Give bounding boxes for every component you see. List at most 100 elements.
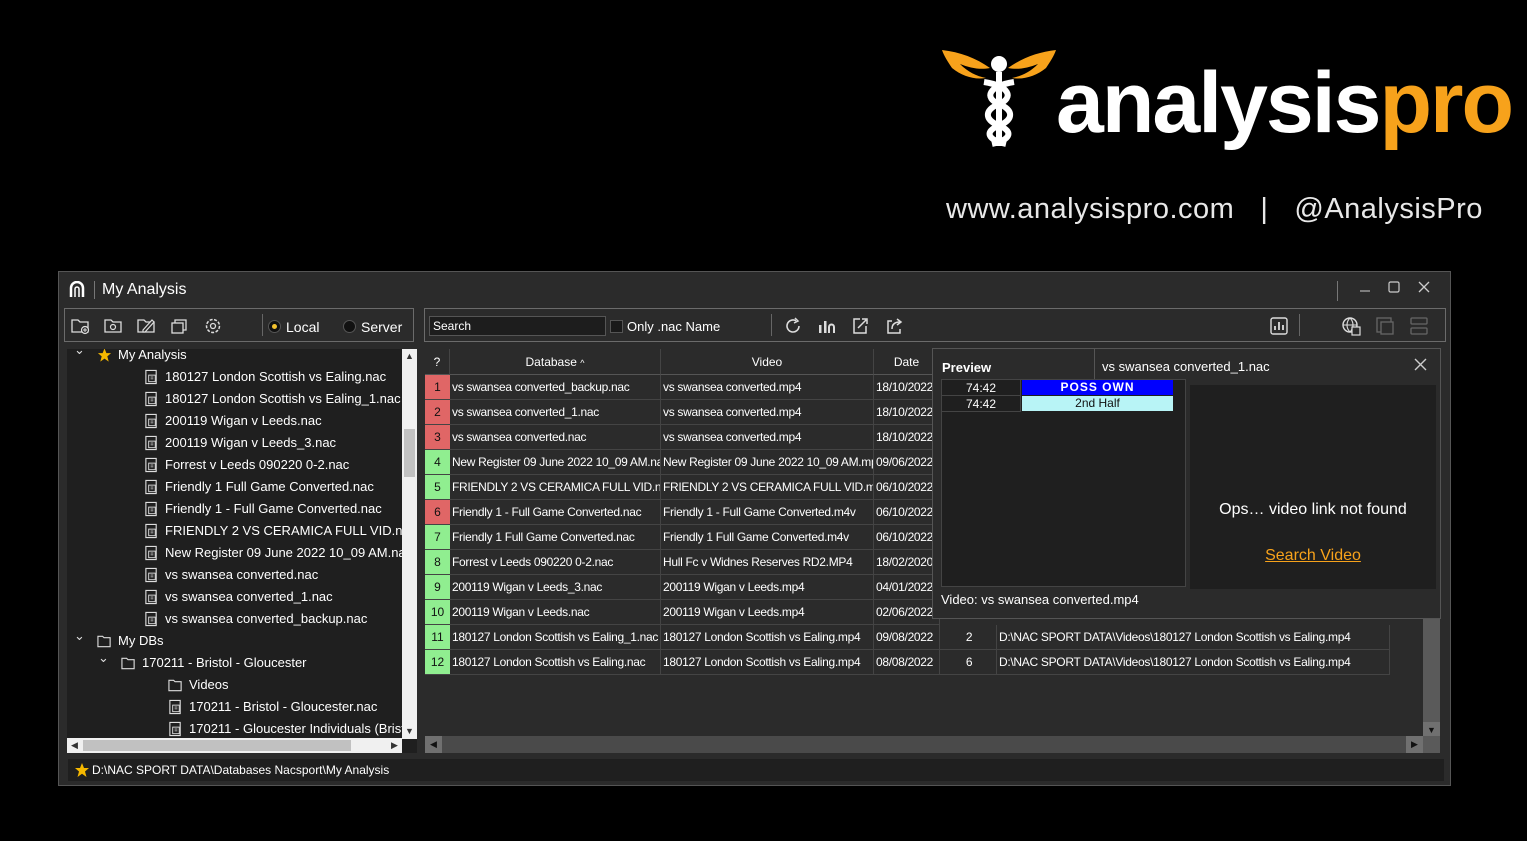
copy-icon[interactable]: [170, 317, 190, 335]
social-handle[interactable]: @AnalysisPro: [1294, 193, 1483, 225]
column-header-date[interactable]: Date: [874, 349, 940, 375]
database-cell[interactable]: Friendly 1 - Full Game Converted.nac: [450, 500, 661, 525]
row-status-red[interactable]: 2: [425, 400, 450, 425]
database-tree[interactable]: ⌄ My Analysis 180127 London Scottish vs Ea…: [67, 349, 417, 753]
chevron-down-icon[interactable]: ⌄: [98, 650, 112, 666]
path-cell[interactable]: D:\NAC SPORT DATA\Videos\180127 London S…: [997, 625, 1390, 650]
column-header-database[interactable]: Database ^: [450, 349, 661, 375]
column-header-status[interactable]: ?: [425, 349, 450, 375]
tree-item[interactable]: 170211 - Bristol - Gloucester.nac: [67, 696, 403, 718]
tree-vertical-scrollbar[interactable]: ▲ ▼: [402, 349, 417, 739]
row-status-green[interactable]: 12: [425, 650, 450, 675]
row-status-green[interactable]: 7: [425, 525, 450, 550]
tree-item[interactable]: Friendly 1 Full Game Converted.nac: [67, 476, 403, 498]
video-cell[interactable]: 200119 Wigan v Leeds.mp4: [661, 575, 874, 600]
scroll-left-icon[interactable]: ◀: [67, 738, 82, 753]
video-cell[interactable]: vs swansea converted.mp4: [661, 425, 874, 450]
export-icon[interactable]: [850, 316, 870, 336]
tree-item[interactable]: ⌄ My Analysis: [67, 349, 403, 366]
date-cell[interactable]: 18/10/2022: [874, 375, 940, 400]
video-cell[interactable]: 180127 London Scottish vs Ealing.mp4: [661, 625, 874, 650]
video-cell[interactable]: 180127 London Scottish vs Ealing.mp4: [661, 650, 874, 675]
date-cell[interactable]: 18/10/2022: [874, 425, 940, 450]
scroll-down-icon[interactable]: ▼: [402, 724, 417, 739]
row-status-green[interactable]: 10: [425, 600, 450, 625]
tree-item[interactable]: 170211 - Gloucester Individuals (Bristol…: [67, 718, 417, 740]
chevron-down-icon[interactable]: ⌄: [74, 349, 88, 358]
row-status-green[interactable]: 5: [425, 475, 450, 500]
tree-item[interactable]: vs swansea converted_1.nac: [67, 586, 403, 608]
database-cell[interactable]: Friendly 1 Full Game Converted.nac: [450, 525, 661, 550]
date-cell[interactable]: 06/10/2022: [874, 500, 940, 525]
search-video-link[interactable]: Search Video: [1190, 547, 1436, 565]
settings-icon[interactable]: [203, 317, 223, 335]
count-cell[interactable]: 6: [940, 650, 997, 675]
title-bar[interactable]: My Analysis: [59, 272, 1450, 307]
maximize-button[interactable]: [1382, 278, 1406, 300]
local-radio[interactable]: [268, 320, 281, 333]
date-cell[interactable]: 04/01/2022: [874, 575, 940, 600]
tree-item[interactable]: ⌄ My DBs: [67, 628, 403, 652]
database-cell[interactable]: 200119 Wigan v Leeds.nac: [450, 600, 661, 625]
scroll-up-icon[interactable]: ▲: [402, 349, 417, 364]
row-status-green[interactable]: 11: [425, 625, 450, 650]
tree-item[interactable]: 200119 Wigan v Leeds_3.nac: [67, 432, 403, 454]
video-cell[interactable]: New Register 09 June 2022 10_09 AM.mp4: [661, 450, 874, 475]
database-cell[interactable]: vs swansea converted_backup.nac: [450, 375, 661, 400]
tree-item[interactable]: 200119 Wigan v Leeds.nac: [67, 410, 403, 432]
video-cell[interactable]: vs swansea converted.mp4: [661, 400, 874, 425]
tree-item[interactable]: 180127 London Scottish vs Ealing_1.nac: [67, 388, 403, 410]
open-folder-icon[interactable]: [104, 317, 124, 335]
tree-item[interactable]: FRIENDLY 2 VS CERAMICA FULL VID.nac: [67, 520, 416, 542]
date-cell[interactable]: 06/10/2022: [874, 525, 940, 550]
new-folder-icon[interactable]: [71, 317, 91, 335]
row-status-red[interactable]: 1: [425, 375, 450, 400]
refresh-icon[interactable]: [783, 316, 803, 336]
database-cell[interactable]: New Register 09 June 2022 10_09 AM.nac: [450, 450, 661, 475]
date-cell[interactable]: 06/10/2022: [874, 475, 940, 500]
database-cell[interactable]: vs swansea converted.nac: [450, 425, 661, 450]
database-icon[interactable]: [1375, 316, 1395, 336]
count-cell[interactable]: 2: [940, 625, 997, 650]
server-radio-label[interactable]: Server: [361, 319, 402, 335]
tree-item[interactable]: vs swansea converted_backup.nac: [67, 608, 403, 630]
database-cell[interactable]: FRIENDLY 2 VS CERAMICA FULL VID.nac: [450, 475, 661, 500]
row-status-red[interactable]: 6: [425, 500, 450, 525]
event-row[interactable]: 74:42 2nd Half: [942, 396, 1187, 412]
tree-item[interactable]: Forrest v Leeds 090220 0-2.nac: [67, 454, 403, 476]
tree-item[interactable]: Friendly 1 - Full Game Converted.nac: [67, 498, 403, 520]
scroll-right-icon[interactable]: ▶: [1406, 736, 1423, 753]
tree-item[interactable]: Videos: [67, 674, 403, 696]
preview-close-button[interactable]: [1414, 355, 1427, 376]
row-status-green[interactable]: 9: [425, 575, 450, 600]
date-cell[interactable]: 09/06/2022: [874, 450, 940, 475]
path-cell[interactable]: D:\NAC SPORT DATA\Videos\180127 London S…: [997, 650, 1390, 675]
video-cell[interactable]: FRIENDLY 2 VS CERAMICA FULL VID.mp4: [661, 475, 874, 500]
date-cell[interactable]: 08/08/2022: [874, 650, 940, 675]
column-header-video[interactable]: Video: [661, 349, 874, 375]
row-status-green[interactable]: 8: [425, 550, 450, 575]
database-cell[interactable]: 200119 Wigan v Leeds_3.nac: [450, 575, 661, 600]
tree-item[interactable]: vs swansea converted.nac: [67, 564, 403, 586]
chevron-down-icon[interactable]: ⌄: [74, 628, 88, 644]
local-radio-label[interactable]: Local: [286, 319, 319, 335]
grid-vertical-scrollbar[interactable]: ▼: [1423, 619, 1440, 739]
only-nac-checkbox[interactable]: [610, 320, 623, 333]
minimize-button[interactable]: [1353, 278, 1377, 300]
layout-icon[interactable]: [1409, 316, 1429, 336]
database-cell[interactable]: 180127 London Scottish vs Ealing.nac: [450, 650, 661, 675]
share-icon[interactable]: [885, 316, 905, 336]
database-cell[interactable]: 180127 London Scottish vs Ealing_1.nac: [450, 625, 661, 650]
server-radio[interactable]: [343, 320, 356, 333]
web-icon[interactable]: [1341, 316, 1361, 336]
date-cell[interactable]: 18/02/2020: [874, 550, 940, 575]
video-cell[interactable]: Friendly 1 - Full Game Converted.m4v: [661, 500, 874, 525]
only-nac-label[interactable]: Only .nac Name: [627, 319, 720, 334]
website-link[interactable]: www.analysispro.com: [946, 193, 1234, 225]
close-button[interactable]: [1412, 278, 1436, 300]
database-cell[interactable]: vs swansea converted_1.nac: [450, 400, 661, 425]
video-cell[interactable]: vs swansea converted.mp4: [661, 375, 874, 400]
report-icon[interactable]: [1269, 316, 1289, 336]
date-cell[interactable]: 09/08/2022: [874, 625, 940, 650]
tree-item[interactable]: New Register 09 June 2022 10_09 AM.nac: [67, 542, 412, 564]
